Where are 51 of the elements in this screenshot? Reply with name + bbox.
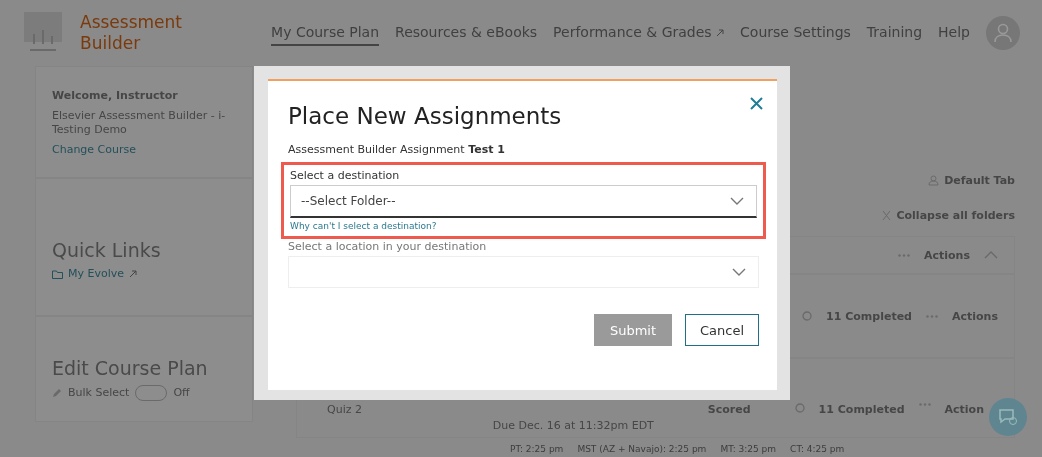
default-tab-label: Default Tab [944,174,1015,187]
destination-select[interactable]: --Select Folder-- [290,185,757,218]
folder-icon [52,269,63,279]
edit-plan-title: Edit Course Plan [52,357,209,379]
nav-tab[interactable]: Course Settings [740,20,851,46]
chevron-up-icon [984,251,998,259]
due-date: Due Dec. 16 at 11:32pm EDT [492,419,654,433]
collapse-icon [882,210,892,221]
help-link[interactable]: Why can't I select a destination? [290,221,757,231]
course-name: Elsevier Assessment Builder - i-Testing Demo [52,109,227,137]
pencil-icon [52,388,62,398]
more-icon [926,314,938,318]
toggle-label: Bulk Select [68,386,130,400]
cancel-button[interactable]: Cancel [685,314,759,346]
status-label: Scored [707,403,751,416]
nav-tab[interactable]: Help [938,20,970,46]
chevron-down-icon [732,268,746,276]
collapse-folders-link[interactable]: Collapse all folders [896,209,1015,222]
nav-tab[interactable]: Resources & eBooks [395,20,538,46]
chevron-down-icon [730,197,744,205]
avatar-icon[interactable] [986,16,1020,50]
chat-button[interactable] [989,398,1027,436]
destination-label: Select a destination [290,169,401,182]
timezone-clock: CT: 4:25 pm [790,444,845,454]
circle-icon [802,311,813,321]
person-icon [928,175,940,186]
actions-link[interactable]: Action [944,403,984,416]
change-course-link[interactable]: Change Course [52,143,236,157]
logo-text: Assessment Builder [80,12,183,54]
toggle-state: Off [173,386,190,400]
nav-tab[interactable]: Training [866,20,923,46]
welcome-title: Welcome, Instructor [52,89,179,103]
completed-count: 11 Completed [818,403,905,416]
chat-icon [998,408,1018,426]
more-icon [898,253,910,257]
circle-icon [794,403,805,413]
quick-link[interactable]: My Evolve [68,267,125,281]
nav-tab[interactable]: Performance & Grades [553,20,725,46]
location-label: Select a location in your destination [288,240,488,253]
assignment-title: Quiz 2 [327,403,362,417]
actions-link[interactable]: Actions [952,309,998,323]
assignment-name: Assessment Builder Assignment Test 1 [288,143,506,156]
nav-tab[interactable]: My Course Plan [271,20,380,46]
close-button[interactable] [748,95,765,112]
quick-links-title: Quick Links [52,239,162,261]
timezone-clock: MT: 3:25 pm [720,444,777,454]
actions-link[interactable]: Actions [924,248,970,262]
timezone-clock: MST (AZ + Navajo): 2:25 pm [577,444,707,454]
dialog-title: Place New Assignments [288,103,563,129]
completed-count: 11 Completed [826,309,912,323]
timezone-clock: PT: 2:25 pm [510,444,564,454]
